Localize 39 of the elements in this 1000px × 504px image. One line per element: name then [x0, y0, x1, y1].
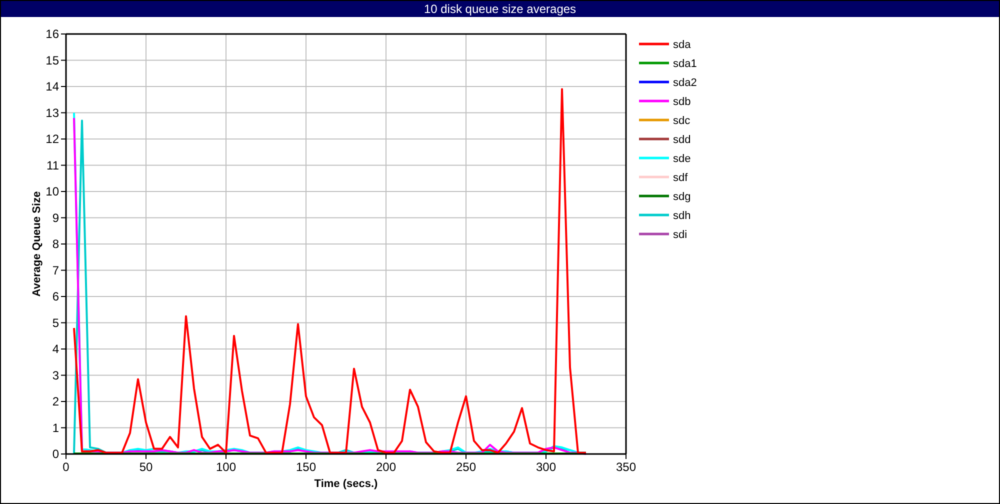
y-tick-label: 11: [46, 158, 59, 172]
legend-label: sdg: [673, 191, 691, 203]
y-tick-label: 5: [52, 316, 59, 330]
y-tick-label: 0: [52, 447, 59, 461]
y-tick-label: 9: [52, 210, 59, 225]
legend-label: sdi: [673, 229, 688, 241]
legend-label: sdf: [673, 172, 688, 184]
legend-label: sde: [673, 153, 691, 165]
legend-label: sdb: [673, 96, 691, 108]
y-tick-label: 12: [46, 132, 59, 146]
x-axis-title: Time (secs.): [314, 478, 378, 490]
x-tick-label: 50: [139, 460, 153, 474]
legend-label: sda2: [673, 77, 697, 89]
legend-label: sdh: [673, 210, 691, 222]
x-tick-label: 250: [456, 460, 476, 474]
legend-label: sda1: [673, 58, 697, 70]
legend-label: sda: [673, 39, 691, 51]
y-tick-label: 3: [52, 368, 59, 382]
y-tick-label: 6: [52, 290, 59, 304]
y-axis-title: Average Queue Size: [31, 191, 43, 297]
y-tick-label: 15: [46, 53, 59, 68]
x-tick-label: 200: [376, 460, 396, 474]
y-tick-label: 8: [52, 237, 59, 251]
y-tick-label: 16: [46, 27, 59, 41]
x-tick-label: 300: [536, 460, 556, 474]
x-tick-label: 350: [616, 460, 636, 474]
chart-title: 10 disk queue size averages: [1, 1, 999, 17]
y-tick-label: 1: [52, 420, 59, 435]
y-tick-label: 13: [46, 106, 59, 120]
x-tick-label: 100: [216, 460, 236, 474]
x-tick-label: 0: [62, 460, 70, 474]
y-tick-label: 7: [52, 263, 59, 278]
y-tick-label: 2: [52, 394, 59, 408]
x-tick-label: 150: [296, 460, 316, 474]
y-tick-label: 10: [46, 184, 59, 198]
legend-label: sdd: [673, 134, 691, 146]
legend-label: sdc: [673, 115, 690, 127]
y-tick-label: 14: [46, 80, 59, 94]
y-tick-label: 4: [52, 342, 59, 356]
